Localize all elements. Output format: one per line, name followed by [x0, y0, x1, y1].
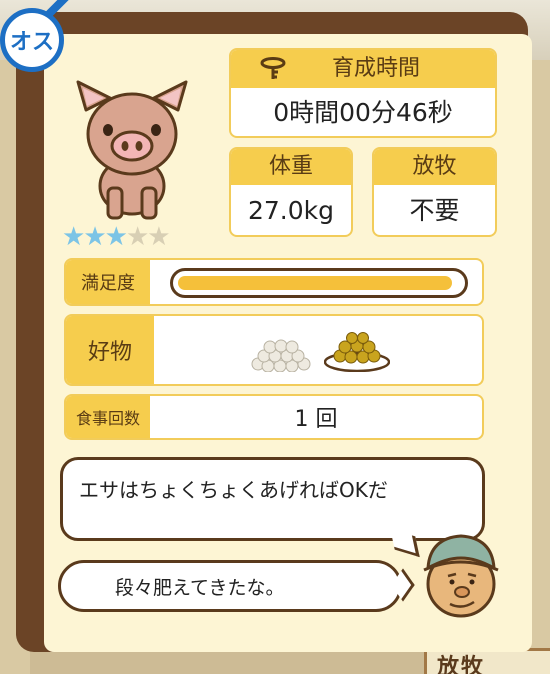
farmer-avatar-icon — [423, 534, 499, 618]
speech-bubble-comment: 段々肥えてきたな。 — [58, 560, 415, 612]
weight-value: 27.0kg — [247, 196, 334, 225]
satisfaction-bar-fill — [178, 276, 452, 290]
satisfaction-row: 満足度 — [64, 258, 484, 306]
star-filled-icon: ★ — [62, 222, 85, 252]
speech-text-comment: 段々肥えてきたな。 — [115, 576, 285, 599]
key-icon — [260, 57, 286, 79]
star-empty-icon: ★ — [147, 222, 170, 252]
satisfaction-bar — [170, 268, 468, 298]
star-rating: ★★★★★ — [62, 222, 171, 252]
growth-time-label: 育成時間 — [331, 56, 420, 81]
weight-box: 体重 27.0kg — [229, 147, 353, 237]
meal-count-row: 食事回数 1 回 — [64, 394, 484, 440]
grazing-box: 放牧 不要 — [372, 147, 497, 237]
meal-count-value: 1 回 — [294, 407, 338, 432]
growth-time-value: 0時間00分46秒 — [273, 98, 453, 127]
weight-label: 体重 — [231, 149, 351, 185]
background-sign-text: 放牧 — [437, 655, 486, 674]
growth-time-header: 育成時間 — [231, 50, 495, 88]
meal-count-label: 食事回数 — [66, 396, 150, 438]
male-symbol-icon: オス — [0, 0, 76, 80]
speech-text-tip: エサはちょくちょくあげればOKだ — [79, 478, 388, 502]
rice-pile-icon — [251, 339, 311, 372]
satisfaction-label: 満足度 — [66, 260, 150, 304]
favorite-food-row: 好物 — [64, 314, 484, 386]
pig-icon[interactable] — [72, 76, 192, 221]
bean-plate-icon — [324, 332, 390, 372]
growth-time-box: 育成時間 0時間00分46秒 — [229, 48, 497, 138]
star-empty-icon: ★ — [125, 222, 149, 252]
gender-label: オス — [9, 30, 54, 55]
favorite-food-label: 好物 — [66, 316, 154, 384]
grazing-value: 不要 — [409, 196, 460, 225]
star-filled-icon: ★ — [83, 222, 106, 252]
grazing-label: 放牧 — [374, 149, 495, 185]
star-filled-icon: ★ — [104, 222, 128, 252]
